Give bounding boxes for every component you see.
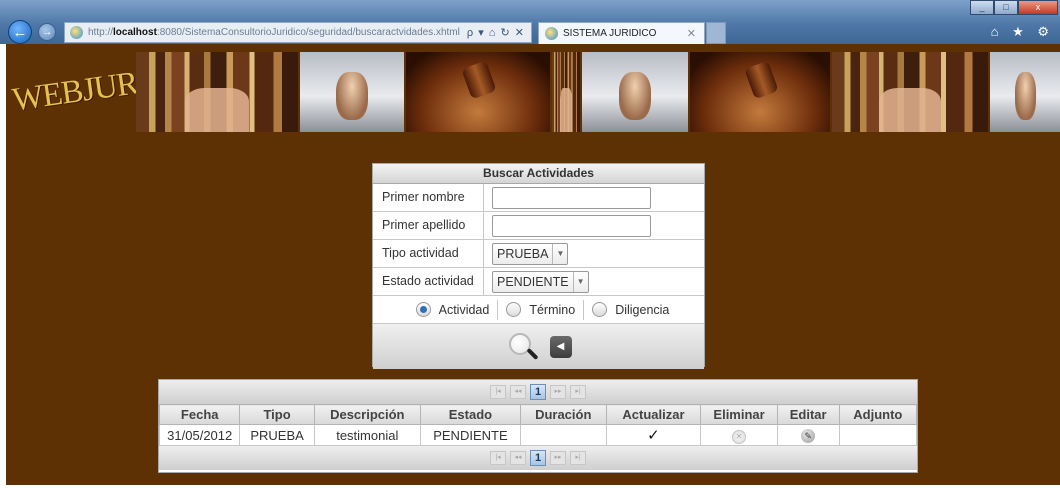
chevron-down-icon[interactable]: ▼ <box>553 244 567 264</box>
url-host: localhost <box>113 27 157 38</box>
browser-chrome: ← → http:// localhost :8080/SistemaConsu… <box>0 0 1060 44</box>
activity-type-select[interactable]: PRUEBA ▼ <box>492 243 569 265</box>
header-banner: WEBJURIS <box>6 44 1060 132</box>
prev-page-button[interactable]: ◂◂ <box>510 451 526 465</box>
tab-close-icon[interactable]: ✕ <box>687 27 696 40</box>
minimize-button[interactable]: _ <box>970 0 994 15</box>
url-prefix: http:// <box>88 27 114 38</box>
cell-adjunto <box>838 424 918 446</box>
ie-page-icon <box>70 26 83 39</box>
current-page-button[interactable]: 1 <box>530 384 546 400</box>
divider <box>583 299 585 320</box>
back-arrow-icon[interactable]: ← <box>8 20 32 44</box>
cell-fecha: 31/05/2012 <box>158 424 241 446</box>
radio-termino-label: Término <box>529 302 576 317</box>
home-favorites-settings-icons[interactable]: ⌂ ★ ⚙ <box>991 24 1054 40</box>
divider <box>497 299 499 320</box>
cell-actualizar: ✓ <box>605 424 702 446</box>
radio-actividad-label: Actividad <box>438 302 490 317</box>
search-form: Primer nombre Primer apellido Tipo activ… <box>373 184 704 296</box>
results-table-panel: |◂ ◂◂ 1 ▸▸ ▸| Fecha Tipo Descripción Est… <box>158 379 918 473</box>
last-page-button[interactable]: ▸| <box>570 451 586 465</box>
browser-tab[interactable]: SISTEMA JURIDICO ✕ <box>538 22 705 44</box>
radio-diligencia-label: Diligencia <box>615 302 670 317</box>
activity-state-value: PENDIENTE <box>493 272 574 292</box>
bottom-paginator: |◂ ◂◂ 1 ▸▸ ▸| <box>159 446 917 470</box>
close-window-button[interactable]: x <box>1018 0 1058 15</box>
cell-estado: PENDIENTE <box>419 424 521 446</box>
edit-pencil-icon[interactable]: ✎ <box>801 429 816 443</box>
activity-type-value: PRUEBA <box>493 244 554 264</box>
cell-eliminar: ✕ <box>700 424 778 446</box>
url-path: :8080/SistemaConsultorioJuridico/segurid… <box>156 27 460 38</box>
search-activities-panel: Buscar Actividades Primer nombre Primer … <box>372 163 705 369</box>
table-header-row: Fecha Tipo Descripción Estado Duración A… <box>158 404 918 425</box>
window-controls: _ □ x <box>970 0 1058 15</box>
checkmark-icon[interactable]: ✓ <box>647 427 660 444</box>
signing-hand-image <box>300 52 404 132</box>
last-name-input[interactable] <box>492 215 651 237</box>
col-descripcion[interactable]: Descripción <box>313 404 421 425</box>
col-eliminar[interactable]: Eliminar <box>700 404 778 425</box>
first-name-label: Primer nombre <box>373 184 484 212</box>
radio-actividad[interactable] <box>415 302 431 317</box>
col-fecha[interactable]: Fecha <box>158 404 241 425</box>
col-actualizar[interactable]: Actualizar <box>605 404 702 425</box>
next-page-button[interactable]: ▸▸ <box>550 385 566 399</box>
radio-termino[interactable] <box>506 302 522 317</box>
table-row: 31/05/2012 PRUEBA testimonial PENDIENTE … <box>158 424 918 446</box>
cell-editar: ✎ <box>776 424 840 446</box>
signing-hand-image <box>582 52 688 132</box>
radio-diligencia[interactable] <box>592 302 608 317</box>
books-image <box>832 52 988 132</box>
col-duracion[interactable]: Duración <box>519 404 607 425</box>
search-icon[interactable] <box>506 330 540 364</box>
maximize-button[interactable]: □ <box>994 0 1018 15</box>
address-tools-icons[interactable]: ρ ▾ ⌂ ↻ ✕ <box>467 26 531 39</box>
signing-hand-image <box>990 52 1060 132</box>
page-viewport: WEBJURIS Buscar Actividades Primer nombr… <box>6 44 1060 485</box>
cell-duracion <box>519 424 607 446</box>
chevron-down-icon[interactable]: ▼ <box>574 272 588 292</box>
new-tab-button[interactable] <box>706 22 726 44</box>
col-estado[interactable]: Estado <box>419 404 521 425</box>
address-bar[interactable]: http:// localhost :8080/SistemaConsultor… <box>64 22 532 43</box>
books-image <box>552 52 580 132</box>
back-button[interactable]: ◀ <box>549 335 572 358</box>
tab-title: SISTEMA JURIDICO <box>563 28 657 39</box>
first-page-button[interactable]: |◂ <box>490 451 506 465</box>
ie-tab-icon <box>545 27 558 40</box>
activity-state-select[interactable]: PENDIENTE ▼ <box>492 271 589 293</box>
last-name-label: Primer apellido <box>373 212 484 240</box>
last-page-button[interactable]: ▸| <box>570 385 586 399</box>
activities-table: Fecha Tipo Descripción Estado Duración A… <box>158 404 918 446</box>
activity-state-label: Estado actividad <box>373 268 484 296</box>
top-paginator: |◂ ◂◂ 1 ▸▸ ▸| <box>159 380 917 404</box>
books-image <box>136 52 298 132</box>
delete-icon[interactable]: ✕ <box>732 429 747 444</box>
next-page-button[interactable]: ▸▸ <box>550 451 566 465</box>
gavel-image <box>690 52 830 132</box>
activity-kind-radio-group: Actividad Término Diligencia <box>373 296 704 324</box>
gavel-image <box>406 52 550 132</box>
col-tipo[interactable]: Tipo <box>239 404 315 425</box>
first-page-button[interactable]: |◂ <box>490 385 506 399</box>
search-action-bar: ◀ <box>373 324 704 369</box>
prev-page-button[interactable]: ◂◂ <box>510 385 526 399</box>
forward-arrow-icon[interactable]: → <box>38 23 56 41</box>
first-name-input[interactable] <box>492 187 651 209</box>
cell-descripcion: testimonial <box>313 424 421 446</box>
window-bottom-edge <box>0 485 1060 493</box>
current-page-button[interactable]: 1 <box>530 450 546 466</box>
panel-title: Buscar Actividades <box>373 164 704 184</box>
col-editar[interactable]: Editar <box>776 404 840 425</box>
col-adjunto[interactable]: Adjunto <box>838 404 918 425</box>
activity-type-label: Tipo actividad <box>373 240 484 268</box>
cell-tipo: PRUEBA <box>239 424 315 446</box>
